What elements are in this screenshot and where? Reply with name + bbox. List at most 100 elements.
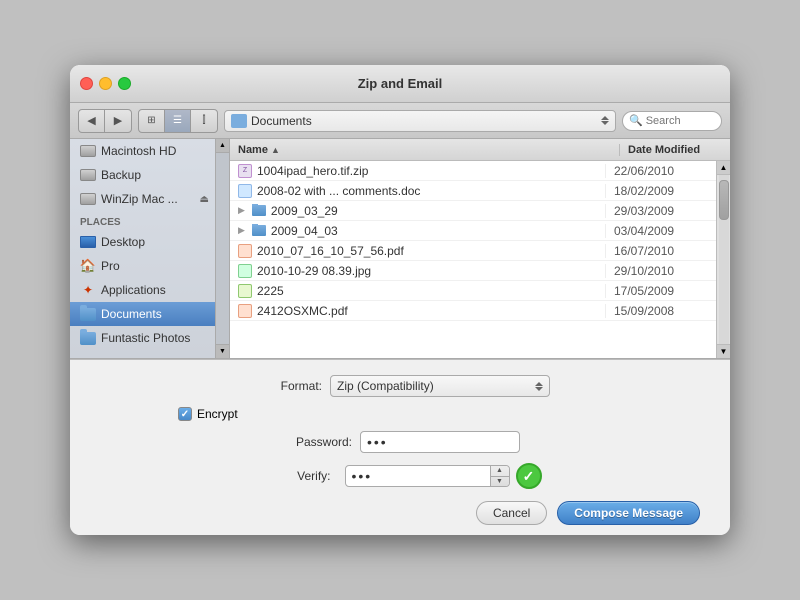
encrypt-checkbox[interactable]: ✓: [178, 407, 192, 421]
password-row: Password: •••: [90, 431, 710, 453]
format-select[interactable]: Zip (Compatibility): [330, 375, 550, 397]
sidebar-item-documents[interactable]: Documents: [70, 302, 229, 326]
file-date-cell: 17/05/2009: [606, 284, 716, 298]
sidebar-label: Applications: [101, 283, 166, 297]
sidebar-label: Pro: [101, 259, 120, 273]
forward-button[interactable]: ▶: [105, 110, 131, 132]
sidebar-label: Backup: [101, 168, 141, 182]
folder-expand-icon: ▶: [238, 225, 245, 236]
column-view-button[interactable]: ⫿: [191, 110, 217, 132]
compose-message-button[interactable]: Compose Message: [557, 501, 700, 525]
search-box[interactable]: 🔍: [622, 111, 722, 131]
column-name-header[interactable]: Name ▲: [230, 144, 620, 156]
verify-label: Verify:: [259, 469, 339, 483]
sidebar-item-backup[interactable]: Backup: [70, 163, 229, 187]
zip-icon: Z: [238, 164, 252, 178]
icon-view-button[interactable]: ⊞: [139, 110, 165, 132]
file-date-cell: 29/03/2009: [606, 204, 716, 218]
sidebar-item-macintosh-hd[interactable]: Macintosh HD: [70, 139, 229, 163]
search-icon: 🔍: [629, 114, 643, 127]
nav-buttons: ◀ ▶: [78, 109, 132, 133]
format-label: Format:: [250, 379, 330, 393]
places-label: PLACES: [70, 211, 229, 230]
file-list: Name ▲ Date Modified Z 1004ipad_hero.tif…: [230, 139, 730, 358]
arrow-up-icon: [535, 382, 543, 386]
file-date-cell: 15/09/2008: [606, 304, 716, 318]
list-view-button[interactable]: ☰: [165, 110, 191, 132]
sidebar-scroll-up[interactable]: ▲: [216, 139, 230, 153]
file-date-cell: 29/10/2010: [606, 264, 716, 278]
sidebar-label: WinZip Mac ...: [101, 192, 178, 206]
window-title: Zip and Email: [358, 76, 443, 91]
folder-icon: [80, 306, 96, 322]
table-row[interactable]: ▶ 2009_03_29 29/03/2009: [230, 201, 716, 221]
file-rows-container: Z 1004ipad_hero.tif.zip 22/06/2010 2008-…: [230, 161, 730, 358]
folder-sm-icon: [252, 224, 266, 238]
cancel-button[interactable]: Cancel: [476, 501, 547, 525]
hd-icon: [80, 191, 96, 207]
file-date-cell: 22/06/2010: [606, 164, 716, 178]
home-icon: 🏠: [80, 258, 96, 274]
password-input[interactable]: •••: [360, 431, 520, 453]
column-date-header[interactable]: Date Modified: [620, 144, 730, 156]
sidebar-label: Macintosh HD: [101, 144, 176, 158]
view-buttons: ⊞ ☰ ⫿: [138, 109, 218, 133]
sidebar-item-winzip[interactable]: WinZip Mac ... ⏏: [70, 187, 229, 211]
file-name-cell: ▶ 2009_03_29: [230, 204, 606, 218]
sidebar-item-applications[interactable]: ✦ Applications: [70, 278, 229, 302]
minimize-button[interactable]: [99, 77, 112, 90]
content-area: Macintosh HD Backup WinZip Mac ... ⏏ PLA…: [70, 139, 730, 359]
desktop-icon: [80, 234, 96, 250]
traffic-lights: [80, 77, 131, 90]
encrypt-label: Encrypt: [197, 407, 238, 421]
file-date-cell: 18/02/2009: [606, 184, 716, 198]
format-arrows-icon: [535, 382, 543, 391]
table-row[interactable]: 2010_07_16_10_57_56.pdf 16/07/2010: [230, 241, 716, 261]
password-label: Password:: [280, 435, 360, 449]
sort-arrow-icon: ▲: [271, 145, 280, 155]
verify-spin-up[interactable]: ▲: [491, 466, 509, 477]
location-bar[interactable]: Documents: [224, 110, 616, 132]
file-scroll-thumb[interactable]: [719, 180, 729, 220]
file-scroll-track: [719, 175, 729, 344]
sidebar-item-photos[interactable]: Funtastic Photos: [70, 326, 229, 350]
file-scroll-up-button[interactable]: ▲: [717, 161, 731, 175]
sidebar-item-pro[interactable]: 🏠 Pro: [70, 254, 229, 278]
table-row[interactable]: Z 1004ipad_hero.tif.zip 22/06/2010: [230, 161, 716, 181]
format-row: Format: Zip (Compatibility): [90, 375, 710, 397]
sidebar-item-desktop[interactable]: Desktop: [70, 230, 229, 254]
eject-icon: ⏏: [200, 194, 209, 205]
file-date-cell: 03/04/2009: [606, 224, 716, 238]
sidebar-scrollbar: ▲ ▼: [215, 139, 229, 358]
folder-expand-icon: ▶: [238, 205, 245, 216]
file-name-cell: 2225: [230, 284, 606, 298]
verify-dots: •••: [346, 468, 490, 484]
maximize-button[interactable]: [118, 77, 131, 90]
file-name-cell: 2412OSXMC.pdf: [230, 304, 606, 318]
verify-spin-down[interactable]: ▼: [491, 477, 509, 487]
table-row[interactable]: 2010-10-29 08.39.jpg 29/10/2010: [230, 261, 716, 281]
search-input[interactable]: [646, 115, 716, 127]
file-scroll-down-button[interactable]: ▼: [717, 344, 731, 358]
table-row[interactable]: 2225 17/05/2009: [230, 281, 716, 301]
pdf-icon: [238, 304, 252, 318]
folder-sm-icon: [252, 204, 266, 218]
titlebar: Zip and Email: [70, 65, 730, 103]
button-row: Cancel Compose Message: [90, 501, 710, 525]
hd-icon: [80, 143, 96, 159]
apps-icon: ✦: [80, 282, 96, 298]
sidebar: Macintosh HD Backup WinZip Mac ... ⏏ PLA…: [70, 139, 230, 358]
verify-input[interactable]: ••• ▲ ▼: [345, 465, 510, 487]
checkmark-icon: ✓: [523, 469, 535, 483]
sidebar-label: Funtastic Photos: [101, 331, 190, 345]
back-button[interactable]: ◀: [79, 110, 105, 132]
table-row[interactable]: 2412OSXMC.pdf 15/09/2008: [230, 301, 716, 321]
format-select-value: Zip (Compatibility): [337, 379, 531, 393]
num-icon: [238, 284, 252, 298]
main-window: Zip and Email ◀ ▶ ⊞ ☰ ⫿ Documents 🔍: [70, 65, 730, 535]
table-row[interactable]: 2008-02 with ... comments.doc 18/02/2009: [230, 181, 716, 201]
doc-icon: [238, 184, 252, 198]
close-button[interactable]: [80, 77, 93, 90]
table-row[interactable]: ▶ 2009_04_03 03/04/2009: [230, 221, 716, 241]
sidebar-scroll-down[interactable]: ▼: [216, 344, 230, 358]
